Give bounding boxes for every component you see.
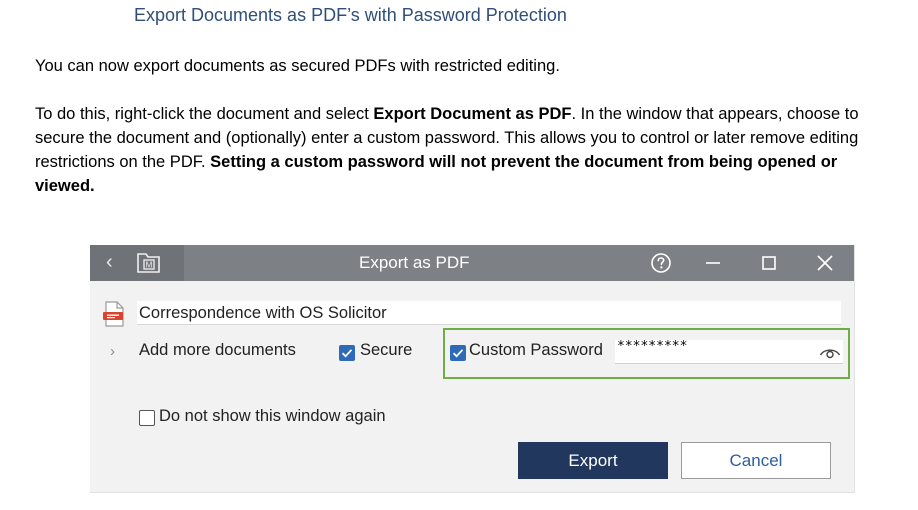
back-chevron-icon[interactable]: ‹ (106, 250, 113, 274)
export-button[interactable]: Export (518, 442, 668, 479)
dialog-titlebar: ‹ M Export as PDF (90, 245, 854, 281)
dialog-title: Export as PDF (359, 253, 470, 272)
custom-password-label: Custom Password (469, 341, 603, 359)
custom-password-checkbox[interactable] (450, 345, 466, 361)
document-heading: Export Documents as PDF’s with Password … (134, 5, 567, 25)
pdf-file-icon (102, 301, 126, 332)
do-not-show-label: Do not show this window again (159, 407, 386, 425)
maximize-icon (762, 256, 776, 270)
instructions-bold-1: Export Document as PDF (373, 105, 572, 123)
checkmark-icon (452, 349, 464, 358)
secure-checkbox[interactable] (339, 345, 355, 361)
secure-label: Secure (360, 341, 413, 359)
password-input[interactable]: ********* (615, 340, 843, 364)
cancel-button[interactable]: Cancel (681, 442, 831, 479)
export-pdf-dialog: ‹ M Export as PDF Correspondence with OS… (90, 245, 855, 493)
logo-letter: M (146, 261, 153, 270)
minimize-button[interactable] (690, 245, 736, 281)
add-more-documents-link[interactable]: Add more documents (139, 341, 296, 360)
do-not-show-checkbox[interactable] (139, 410, 155, 426)
intro-paragraph: You can now export documents as secured … (35, 57, 560, 75)
instructions-text-1: To do this, right-click the document and… (35, 105, 374, 123)
folder-m-logo-icon: M (136, 251, 162, 280)
checkmark-icon (341, 349, 353, 358)
document-name-field[interactable]: Correspondence with OS Solicitor (137, 301, 841, 325)
instructions-paragraph: To do this, right-click the document and… (35, 102, 895, 198)
minimize-icon (706, 262, 720, 264)
help-circle-icon (651, 253, 671, 273)
chevron-right-icon[interactable]: › (110, 343, 115, 360)
close-button[interactable] (802, 245, 848, 281)
eye-icon[interactable] (817, 343, 843, 363)
maximize-button[interactable] (746, 245, 792, 281)
close-icon (817, 255, 833, 271)
help-button[interactable] (638, 245, 684, 281)
